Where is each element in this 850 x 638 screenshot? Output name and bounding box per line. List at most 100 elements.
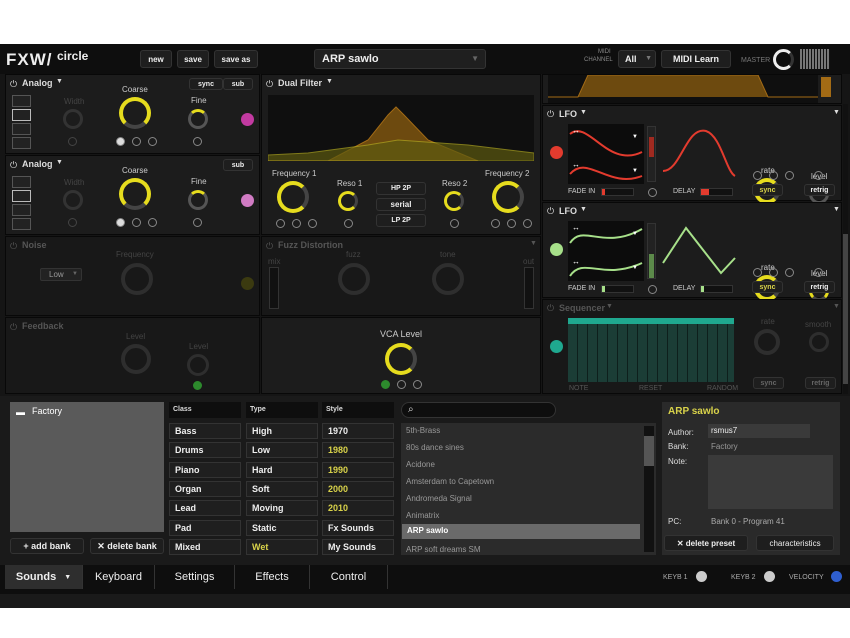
keyb1-led[interactable] bbox=[696, 571, 707, 582]
mod-dot[interactable] bbox=[292, 219, 301, 228]
fade-in-slider[interactable] bbox=[601, 285, 634, 293]
power-icon[interactable]: ⏻ bbox=[10, 241, 17, 252]
sine-wave-button[interactable] bbox=[12, 95, 31, 107]
class-item[interactable]: Bass bbox=[169, 423, 241, 439]
osc2-title[interactable]: Analog bbox=[22, 159, 53, 169]
type-item[interactable]: Wet bbox=[246, 539, 318, 555]
lfo1-morph-slider[interactable] bbox=[647, 126, 656, 182]
mod-dot-1[interactable] bbox=[116, 218, 125, 227]
type-item[interactable]: Static bbox=[246, 520, 318, 536]
preset-scrollbar[interactable] bbox=[644, 426, 654, 552]
mod-dot[interactable] bbox=[397, 380, 406, 389]
lfo2-wave-editor[interactable]: ↔ ↔ ▼ ▼ bbox=[568, 221, 644, 281]
vca-level-knob[interactable] bbox=[385, 343, 417, 375]
mod-dot[interactable] bbox=[523, 219, 532, 228]
author-field[interactable]: rsmus7 bbox=[708, 424, 810, 438]
mod-dot[interactable] bbox=[753, 171, 762, 180]
mod-dot[interactable] bbox=[381, 380, 390, 389]
tone-knob[interactable] bbox=[432, 263, 464, 295]
mod-dot[interactable] bbox=[785, 171, 794, 180]
mod-dot-1[interactable] bbox=[116, 137, 125, 146]
chevron-down-icon[interactable]: ▼ bbox=[833, 206, 840, 213]
characteristics-button[interactable]: characteristics bbox=[756, 535, 834, 551]
envelope-slider[interactable] bbox=[821, 77, 831, 97]
style-item[interactable]: 1970 bbox=[322, 423, 394, 439]
mod-dot[interactable] bbox=[276, 219, 285, 228]
preset-item[interactable]: 5th-Brass bbox=[406, 426, 440, 435]
midi-channel-select[interactable]: All ▼ bbox=[618, 50, 656, 68]
mod-dot[interactable] bbox=[648, 188, 657, 197]
master-volume-knob[interactable] bbox=[773, 49, 794, 70]
new-button[interactable]: new bbox=[140, 50, 172, 68]
class-item[interactable]: Organ bbox=[169, 481, 241, 497]
square-wave-button[interactable] bbox=[12, 204, 31, 216]
chevron-down-icon[interactable]: ▼ bbox=[833, 109, 840, 116]
filter1-type-select[interactable]: HP 2P bbox=[376, 182, 426, 195]
chevron-down-icon[interactable]: ▼ bbox=[833, 303, 840, 310]
osc2-led[interactable] bbox=[241, 194, 254, 207]
mod-dot[interactable] bbox=[344, 219, 353, 228]
lfo2-led[interactable] bbox=[550, 243, 563, 256]
power-icon[interactable]: ⏻ bbox=[547, 206, 554, 217]
preset-item-selected[interactable]: ARP sawlo bbox=[402, 524, 640, 539]
lfo1-wave-editor[interactable]: ↔ ↔ ▼ ▼ bbox=[568, 124, 644, 184]
preset-selector[interactable]: ARP sawlo ▼ bbox=[314, 49, 486, 69]
mod-dot-3[interactable] bbox=[148, 218, 157, 227]
mod-dot-4[interactable] bbox=[68, 218, 77, 227]
tab-sounds[interactable]: Sounds ▼ bbox=[5, 565, 83, 589]
seq-smooth-knob[interactable] bbox=[809, 332, 829, 352]
saw-wave-button[interactable] bbox=[12, 109, 31, 121]
width-knob[interactable] bbox=[63, 190, 83, 210]
tab-settings[interactable]: Settings bbox=[155, 565, 235, 589]
triangle-wave-button[interactable] bbox=[12, 218, 31, 230]
envelope-display[interactable] bbox=[548, 75, 818, 103]
osc1-title[interactable]: Analog bbox=[22, 78, 53, 88]
style-item[interactable]: Fx Sounds bbox=[322, 520, 394, 536]
add-bank-button[interactable]: + add bank bbox=[10, 538, 84, 554]
mod-dot[interactable] bbox=[785, 268, 794, 277]
style-item[interactable]: 1990 bbox=[322, 462, 394, 478]
save-button[interactable]: save bbox=[177, 50, 209, 68]
frequency2-knob[interactable] bbox=[492, 181, 524, 213]
reso2-knob[interactable] bbox=[444, 191, 464, 211]
delete-preset-button[interactable]: ✕ delete preset bbox=[664, 535, 748, 551]
lfo1-sync-button[interactable]: sync bbox=[752, 184, 783, 196]
preset-item[interactable]: Amsterdam to Capetown bbox=[406, 477, 494, 486]
type-item[interactable]: Hard bbox=[246, 462, 318, 478]
preset-item[interactable]: 80s dance sines bbox=[406, 443, 464, 452]
mod-dot[interactable] bbox=[491, 219, 500, 228]
midi-learn-button[interactable]: MIDI Learn bbox=[661, 50, 731, 68]
search-input[interactable]: ⌕ bbox=[401, 402, 556, 418]
preset-item[interactable]: Animatrix bbox=[406, 511, 439, 520]
mod-dot-2[interactable] bbox=[132, 137, 141, 146]
chevron-down-icon[interactable]: ▼ bbox=[606, 303, 613, 310]
class-item[interactable]: Piano bbox=[169, 462, 241, 478]
preset-item[interactable]: Acidone bbox=[406, 460, 435, 469]
filter2-type-select[interactable]: LP 2P bbox=[376, 214, 426, 227]
width-knob[interactable] bbox=[63, 109, 83, 129]
noise-frequency-knob[interactable] bbox=[121, 263, 153, 295]
power-icon[interactable]: ⏻ bbox=[547, 303, 554, 314]
sync-button[interactable]: sync bbox=[189, 78, 223, 90]
frequency1-knob[interactable] bbox=[277, 181, 309, 213]
chevron-down-icon[interactable]: ▼ bbox=[326, 78, 333, 85]
mod-dot-4[interactable] bbox=[68, 137, 77, 146]
chevron-down-icon[interactable]: ▼ bbox=[56, 78, 63, 85]
seq-retrig-button[interactable]: retrig bbox=[805, 377, 836, 389]
saw-wave-button[interactable] bbox=[12, 190, 31, 202]
type-item[interactable]: Moving bbox=[246, 500, 318, 516]
mix-slider[interactable] bbox=[269, 267, 279, 309]
lfo2-retrig-button[interactable]: retrig bbox=[804, 281, 835, 293]
osc1-led[interactable] bbox=[241, 113, 254, 126]
chevron-down-icon[interactable]: ▼ bbox=[580, 109, 587, 116]
mod-dot-3[interactable] bbox=[148, 137, 157, 146]
keyb2-led[interactable] bbox=[764, 571, 775, 582]
type-item[interactable]: High bbox=[246, 423, 318, 439]
class-item[interactable]: Mixed bbox=[169, 539, 241, 555]
bank-list[interactable]: ▬ Factory bbox=[10, 402, 164, 532]
sequencer-step-grid[interactable] bbox=[568, 318, 734, 382]
mod-dot[interactable] bbox=[769, 268, 778, 277]
sine-wave-button[interactable] bbox=[12, 176, 31, 188]
preset-item[interactable]: Andromeda Signal bbox=[406, 494, 472, 503]
velocity-led[interactable] bbox=[831, 571, 842, 582]
